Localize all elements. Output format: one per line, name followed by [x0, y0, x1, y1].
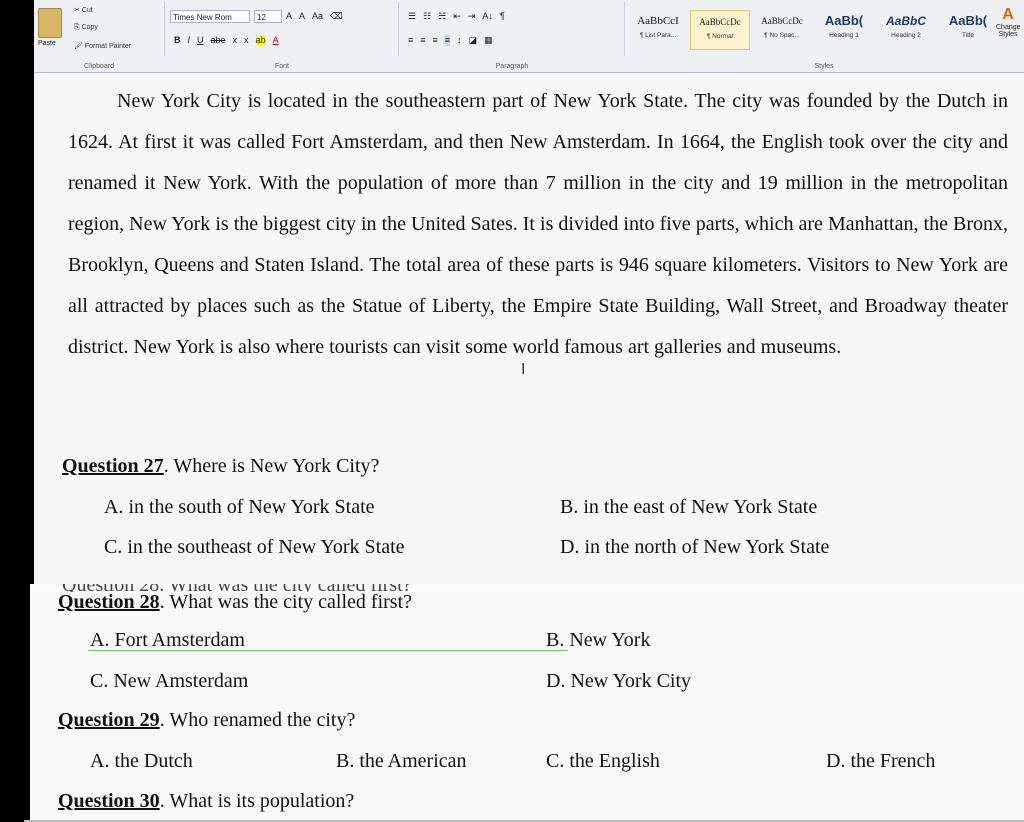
font-size-select[interactable]: 12	[254, 10, 282, 23]
shading-icon[interactable]: ◪	[469, 35, 478, 46]
align-center-icon[interactable]: ≡	[420, 35, 425, 46]
clipboard-label: Clipboard	[84, 63, 114, 70]
borders-icon[interactable]: ▦	[484, 35, 493, 46]
line-spacing-icon[interactable]: ↕	[457, 35, 462, 46]
bullets-icon[interactable]: ☰	[408, 11, 416, 22]
align-right-icon[interactable]: ≡	[433, 35, 438, 46]
q28-option-d: D. New York City	[546, 670, 692, 692]
q29-option-d: D. the French	[826, 750, 936, 772]
question-30: Question 30. What is its population?	[58, 790, 355, 812]
question-27: Question 27. Where is New York City?	[62, 455, 380, 477]
change-styles-button[interactable]: A Change Styles	[996, 6, 1021, 38]
justify-icon[interactable]: ≡	[444, 35, 451, 46]
superscript-button[interactable]: x	[244, 35, 249, 45]
change-case-button[interactable]: Aa	[312, 11, 323, 22]
font-name-select[interactable]: Times New Rom	[170, 10, 250, 23]
italic-button[interactable]: I	[188, 35, 191, 45]
grow-font-button[interactable]: A	[286, 11, 292, 22]
multilevel-list-icon[interactable]: ☵	[438, 11, 446, 22]
passage-paragraph: New York City is located in the southeas…	[68, 90, 1008, 358]
q28-option-c: C. New Amsterdam	[90, 670, 249, 692]
ribbon: Paste ✂ Cut ⎘ Copy 🖌 Format Painter Clip…	[34, 0, 1024, 73]
document-page[interactable]: New York City is located in the southeas…	[34, 73, 1024, 585]
style-heading-2[interactable]: AaBbC Heading 2	[876, 10, 936, 50]
question-28: Question 28. What was the city called fi…	[58, 591, 413, 613]
font-group: Times New Rom 12 A A Aa ⌫ B I U abe x x …	[166, 2, 399, 70]
q27-option-b: B. in the east of New York State	[560, 496, 818, 518]
clipboard-group: Paste ✂ Cut ⎘ Copy 🖌 Format Painter Clip…	[34, 2, 165, 70]
bold-button[interactable]: B	[174, 35, 181, 45]
style-heading-1[interactable]: AaBb( Heading 1	[814, 10, 874, 50]
style-list-paragraph[interactable]: AaBbCcI ¶ List Para...	[628, 10, 688, 50]
q29-option-a: A. the Dutch	[90, 750, 193, 772]
strikethrough-button[interactable]: abe	[211, 35, 226, 45]
sort-button[interactable]: A↓	[482, 11, 493, 22]
q27-option-d: D. in the north of New York State	[560, 536, 830, 558]
show-marks-button[interactable]: ¶	[500, 11, 505, 22]
clear-format-icon[interactable]: ⌫	[330, 11, 343, 22]
paste-button[interactable]: Paste	[38, 40, 56, 47]
highlight-button[interactable]: ab	[255, 35, 266, 45]
font-label: Font	[274, 63, 289, 70]
format-painter-button[interactable]: 🖌 Format Painter	[74, 42, 131, 50]
increase-indent-icon[interactable]: ⇥	[468, 11, 476, 22]
decrease-indent-icon[interactable]: ⇤	[453, 11, 461, 22]
change-styles-icon: A	[1002, 6, 1014, 23]
subscript-button[interactable]: x	[233, 35, 238, 45]
q27-option-a: A. in the south of New York State	[104, 496, 375, 518]
q29-option-b: B. the American	[336, 750, 467, 772]
shrink-font-button[interactable]: A	[299, 11, 305, 22]
q28-option-a: A. Fort Amsterdam	[90, 629, 245, 651]
style-normal[interactable]: AaBbCcDc ¶ Normal	[690, 10, 750, 50]
styles-group: AaBbCcI ¶ List Para... AaBbCcDc ¶ Normal…	[626, 2, 1022, 70]
cut-button[interactable]: ✂ Cut	[74, 6, 93, 14]
font-color-button[interactable]: A	[273, 35, 279, 45]
q27-option-c: C. in the southeast of New York State	[104, 536, 405, 558]
paste-icon[interactable]	[38, 8, 62, 38]
copy-button[interactable]: ⎘ Copy	[74, 24, 98, 32]
paragraph-group: ☰ ☷ ☵ ⇤ ⇥ A↓ ¶ ≡ ≡ ≡ ≡ ↕ ◪ ▦ Paragraph	[400, 2, 625, 70]
align-left-icon[interactable]: ≡	[408, 35, 413, 46]
style-title[interactable]: AaBb( Title	[938, 10, 998, 50]
paragraph-label: Paragraph	[495, 63, 529, 70]
styles-label: Styles	[814, 63, 834, 70]
text-cursor-icon: I	[521, 361, 526, 378]
document-page-lower[interactable]: Question 28. What was the city called fi…	[30, 591, 1024, 822]
underline-button[interactable]: U	[197, 35, 204, 45]
question-29: Question 29. Who renamed the city?	[58, 709, 356, 731]
q28-option-b: B. New York	[546, 629, 651, 651]
q29-option-c: C. the English	[546, 750, 660, 772]
numbering-icon[interactable]: ☷	[423, 11, 431, 22]
style-no-spacing[interactable]: AaBbCcDc ¶ No Spac...	[752, 10, 812, 50]
